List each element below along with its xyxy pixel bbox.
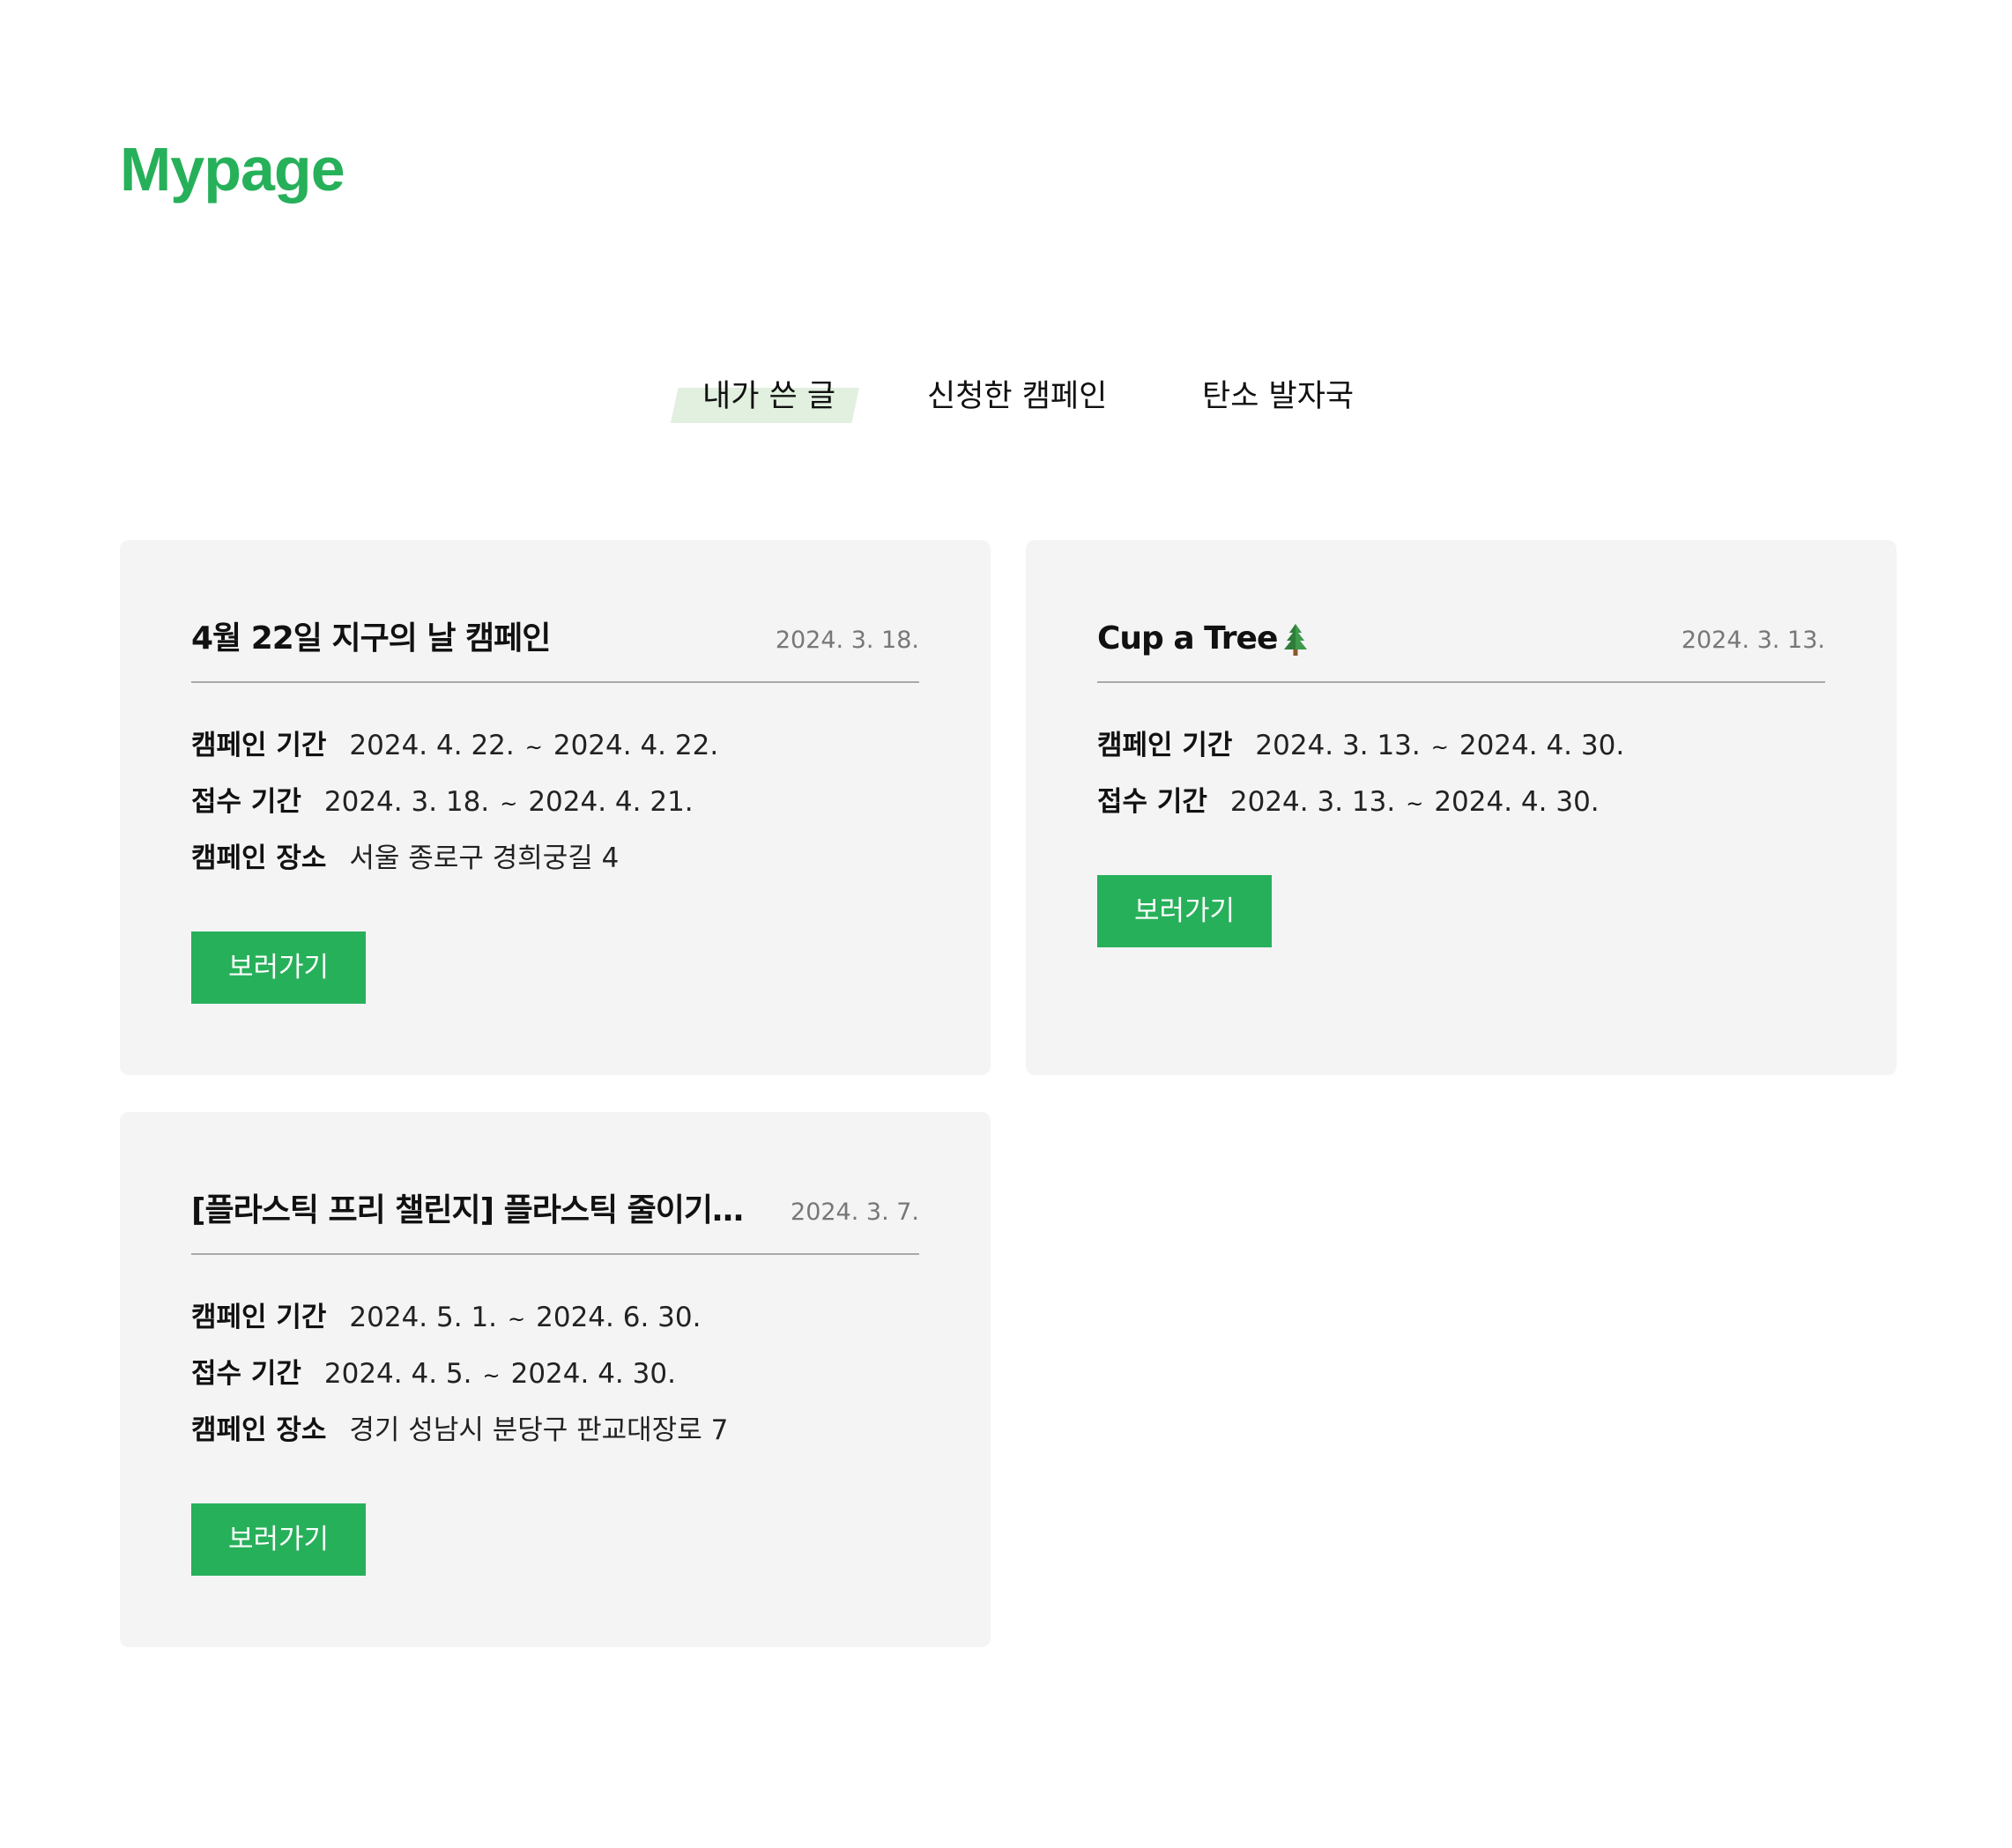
card-title: 4월 22일 지구의 날 캠페인	[191, 620, 551, 657]
campaign-period-row: 캠페인 기간 2024. 3. 13. ~2024. 4. 30.	[1097, 725, 1825, 768]
card-header: [플라스틱 프리 챌린지] 플라스틱 줄이기… 2024. 3. 7.	[191, 1184, 919, 1255]
range-separator: ~	[482, 1363, 501, 1388]
application-period-row: 접수 기간 2024. 4. 5. ~2024. 4. 30.	[191, 1354, 919, 1396]
post-card: 4월 22일 지구의 날 캠페인 2024. 3. 18. 캠페인 기간 2024…	[120, 540, 991, 1075]
campaign-period-label: 캠페인 기간	[191, 1302, 327, 1333]
application-period-row: 접수 기간 2024. 3. 13. ~2024. 4. 30.	[1097, 782, 1825, 824]
campaign-start-date: 2024. 3. 13.	[1255, 730, 1421, 761]
application-end-date: 2024. 4. 30.	[510, 1358, 676, 1390]
campaign-period-row: 캠페인 기간 2024. 5. 1. ~2024. 6. 30.	[191, 1297, 919, 1340]
application-start-date: 2024. 4. 5.	[323, 1358, 472, 1390]
page-title: Mypage	[120, 135, 345, 204]
post-card: Cup a Tree 2024. 3. 13. 캠페인 기간 2024. 3. 1…	[1026, 540, 1897, 1075]
campaign-start-date: 2024. 4. 22.	[349, 730, 515, 761]
range-separator: ~	[1430, 735, 1449, 760]
application-start-date: 2024. 3. 18.	[323, 786, 490, 818]
campaign-location-row: 캠페인 장소 서울 종로구 경희궁길 4	[191, 838, 919, 879]
card-date: 2024. 3. 18.	[775, 627, 919, 654]
campaign-start-date: 2024. 5. 1.	[349, 1302, 498, 1333]
card-header: Cup a Tree 2024. 3. 13.	[1097, 612, 1825, 683]
card-title: [플라스틱 프리 챌린지] 플라스틱 줄이기…	[191, 1192, 743, 1228]
card-title-wrap: Cup a Tree	[1097, 618, 1309, 660]
post-card: [플라스틱 프리 챌린지] 플라스틱 줄이기… 2024. 3. 7. 캠페인 …	[120, 1112, 991, 1647]
view-post-button[interactable]: 보러가기	[191, 1503, 366, 1576]
application-period-label: 접수 기간	[191, 1358, 301, 1390]
tab-applied-campaigns[interactable]: 신청한 캠페인	[927, 366, 1107, 427]
campaign-location-value: 서울 종로구 경희궁길 4	[349, 842, 620, 874]
application-end-date: 2024. 4. 30.	[1434, 786, 1600, 818]
campaign-period-row: 캠페인 기간 2024. 4. 22. ~2024. 4. 22.	[191, 725, 919, 768]
view-post-button[interactable]: 보러가기	[1097, 875, 1272, 947]
application-period-label: 접수 기간	[1097, 786, 1207, 818]
campaign-end-date: 2024. 6. 30.	[536, 1302, 702, 1333]
view-post-button[interactable]: 보러가기	[191, 931, 366, 1004]
campaign-end-date: 2024. 4. 30.	[1459, 730, 1625, 761]
evergreen-tree-icon	[1284, 624, 1308, 656]
mypage-tabs: 내가 쓴 글 신청한 캠페인 탄소 발자국	[0, 366, 2012, 427]
application-start-date: 2024. 3. 13.	[1229, 786, 1396, 818]
application-period-row: 접수 기간 2024. 3. 18. ~2024. 4. 21.	[191, 782, 919, 824]
card-date: 2024. 3. 7.	[791, 1199, 919, 1226]
card-date: 2024. 3. 13.	[1681, 627, 1825, 654]
range-separator: ~	[500, 791, 518, 816]
campaign-location-row: 캠페인 장소 경기 성남시 분당구 판교대장로 7	[191, 1410, 919, 1451]
range-separator: ~	[1406, 791, 1424, 816]
campaign-period-label: 캠페인 기간	[191, 730, 327, 761]
campaign-location-label: 캠페인 장소	[191, 1414, 327, 1446]
tab-carbon-footprint[interactable]: 탄소 발자국	[1202, 366, 1354, 427]
campaign-location-label: 캠페인 장소	[191, 842, 327, 874]
range-separator: ~	[508, 1307, 526, 1332]
range-separator: ~	[524, 735, 543, 760]
card-header: 4월 22일 지구의 날 캠페인 2024. 3. 18.	[191, 612, 919, 683]
application-period-label: 접수 기간	[191, 786, 301, 818]
card-title: Cup a Tree	[1097, 620, 1278, 657]
campaign-period-label: 캠페인 기간	[1097, 730, 1233, 761]
application-end-date: 2024. 4. 21.	[528, 786, 694, 818]
campaign-location-value: 경기 성남시 분당구 판교대장로 7	[349, 1414, 729, 1446]
tab-my-posts[interactable]: 내가 쓴 글	[702, 366, 835, 427]
campaign-end-date: 2024. 4. 22.	[553, 730, 719, 761]
